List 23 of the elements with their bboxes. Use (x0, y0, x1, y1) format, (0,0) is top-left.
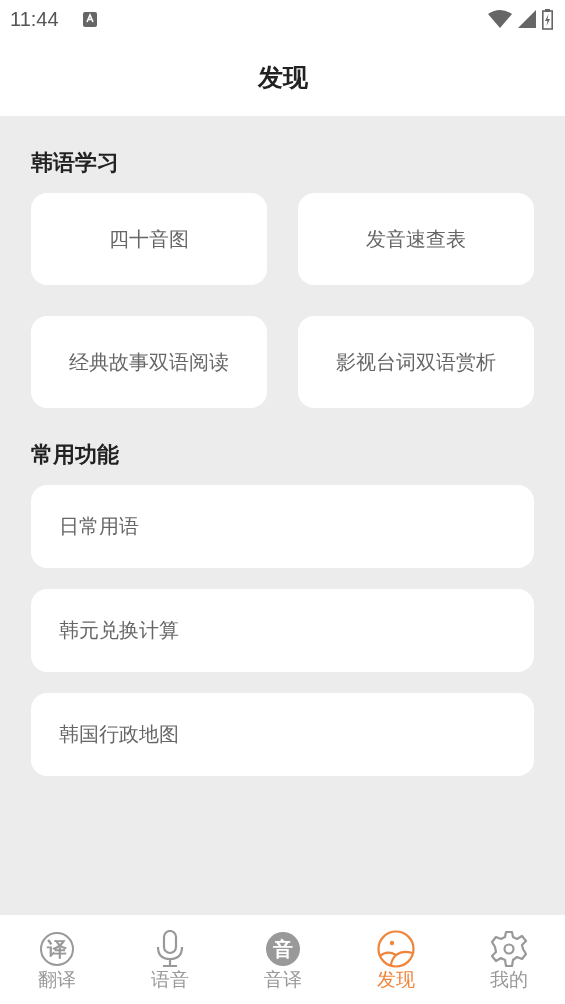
character-circle-icon: 译 (39, 932, 74, 966)
wifi-icon (488, 10, 512, 28)
status-time: 11:44 (10, 7, 59, 31)
section-title: 常用功能 (31, 441, 120, 469)
microphone-icon (154, 930, 185, 968)
feature-row[interactable]: 韩国行政地图 (31, 693, 534, 776)
settings-icon (489, 930, 528, 968)
keyboard-notification-icon (82, 11, 97, 27)
character-disc-icon: 音 (265, 932, 300, 966)
landscape-icon (376, 930, 415, 968)
signal-icon (518, 10, 536, 28)
nav-tab[interactable]: 音 音译 (226, 915, 339, 1004)
nav-tab[interactable]: 译 翻译 (0, 915, 113, 1004)
page-title: 发现 (257, 61, 308, 94)
feature-card[interactable]: 影视台词双语赏析 (298, 316, 534, 408)
feature-row[interactable]: 韩元兑换计算 (31, 589, 534, 672)
feature-card[interactable]: 发音速查表 (298, 193, 534, 285)
nav-tab[interactable]: 语音 (113, 915, 226, 1004)
section-title: 韩语学习 (31, 149, 120, 177)
feature-card[interactable]: 经典故事双语阅读 (31, 316, 267, 408)
feature-card[interactable]: 四十音图 (31, 193, 267, 285)
battery-icon (542, 8, 553, 30)
feature-row[interactable]: 日常用语 (31, 485, 534, 568)
